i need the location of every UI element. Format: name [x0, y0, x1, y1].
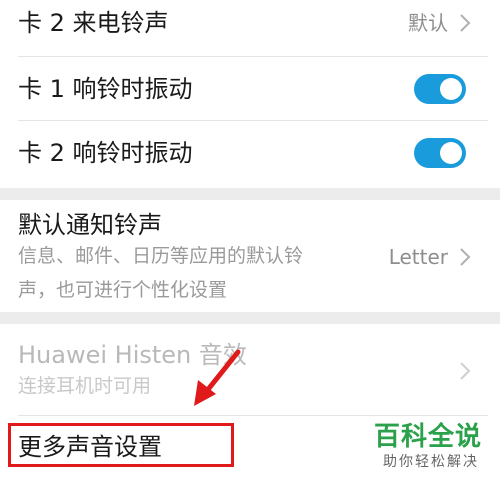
chevron-right-icon — [460, 14, 471, 32]
card2-vibrate-label: 卡 2 响铃时振动 — [18, 139, 193, 167]
chevron-right-icon — [460, 248, 471, 266]
histen-label: Huawei Histen 音效 — [18, 341, 247, 369]
notification-card: 默认通知铃声 信息、邮件、日历等应用的默认铃 声，也可进行个性化设置 Lette… — [0, 200, 500, 312]
default-notification-row[interactable]: 默认通知铃声 信息、邮件、日历等应用的默认铃 声，也可进行个性化设置 Lette… — [0, 200, 500, 312]
card2-ringtone-row[interactable]: 卡 2 来电铃声 默认 — [0, 0, 500, 54]
ring-settings-card: 卡 2 来电铃声 默认 卡 1 响铃时振动 卡 2 响铃时振动 — [0, 0, 500, 188]
histen-row[interactable]: Huawei Histen 音效 连接耳机时可用 — [0, 324, 500, 414]
card2-vibrate-toggle[interactable] — [414, 138, 466, 168]
card1-vibrate-label: 卡 1 响铃时振动 — [18, 75, 193, 103]
histen-description: 连接耳机时可用 — [18, 375, 152, 397]
toggle-knob — [440, 142, 462, 164]
default-notification-description-line2: 声，也可进行个性化设置 — [18, 279, 228, 301]
default-notification-description-line1: 信息、邮件、日历等应用的默认铃 — [18, 245, 304, 267]
card1-vibrate-toggle[interactable] — [414, 74, 466, 104]
card1-vibrate-row: 卡 1 响铃时振动 — [0, 57, 500, 121]
chevron-right-icon — [460, 362, 471, 380]
section-gap — [0, 188, 500, 200]
card2-ringtone-label: 卡 2 来电铃声 — [18, 9, 169, 37]
watermark-subtitle: 助你轻松解决 — [383, 454, 479, 470]
default-notification-label: 默认通知铃声 — [18, 211, 162, 239]
card2-ringtone-value: 默认 — [408, 11, 448, 35]
toggle-knob — [440, 78, 462, 100]
card2-vibrate-row: 卡 2 响铃时振动 — [0, 121, 500, 187]
watermark-title: 百科全说 — [374, 422, 483, 452]
section-gap — [0, 312, 500, 324]
default-notification-value: Letter — [388, 245, 448, 269]
highlight-box — [8, 423, 234, 467]
